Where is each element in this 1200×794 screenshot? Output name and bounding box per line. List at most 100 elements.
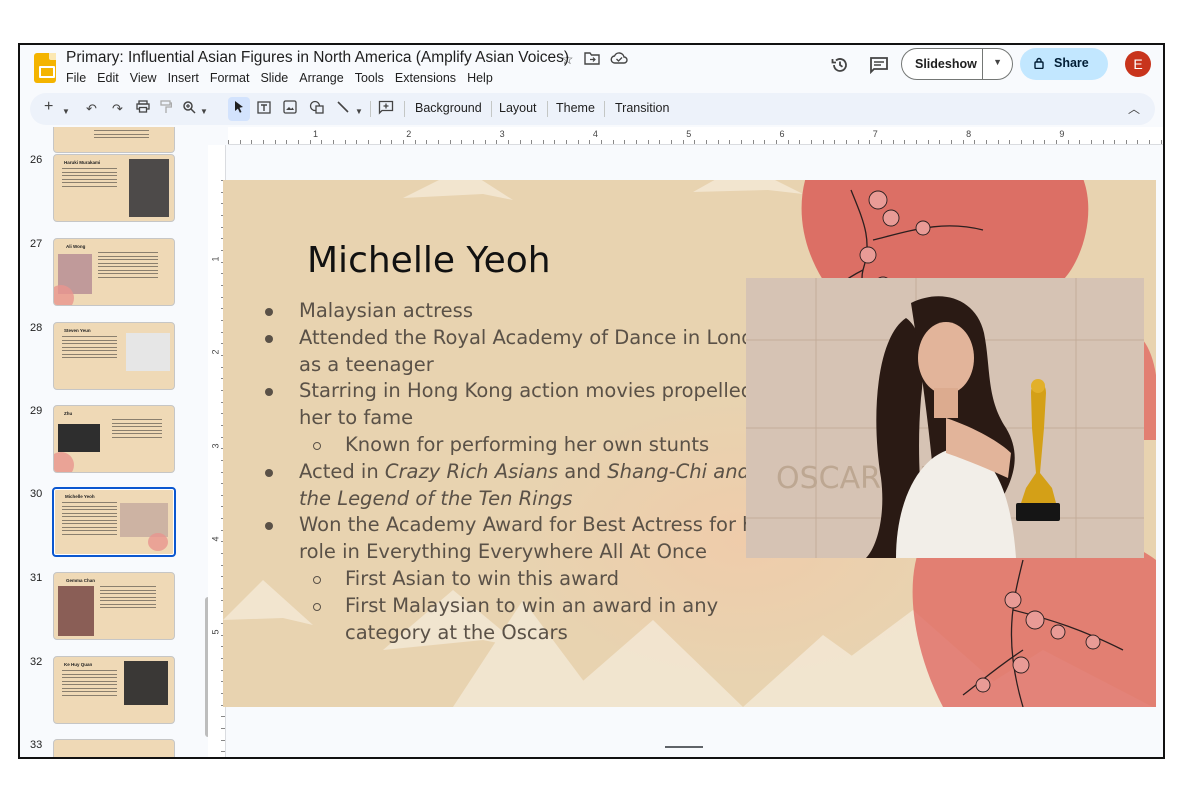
move-folder-icon[interactable] <box>583 51 600 68</box>
menu-extensions[interactable]: Extensions <box>395 71 456 85</box>
slide-thumbnail-30[interactable]: Michelle Yeoh <box>52 487 176 557</box>
menu-format[interactable]: Format <box>210 71 250 85</box>
layout-button[interactable]: Layout <box>499 101 537 115</box>
ruler-tick <box>764 140 766 144</box>
share-label: Share <box>1054 56 1089 70</box>
text-box-icon[interactable] <box>256 100 272 120</box>
new-slide-dropdown-icon[interactable]: ▼ <box>62 103 70 121</box>
line-icon[interactable] <box>336 100 350 119</box>
slide-thumbnail-27[interactable]: Ali Wong <box>53 238 175 306</box>
slide-title[interactable]: Michelle Yeoh <box>307 240 551 281</box>
menu-help[interactable]: Help <box>467 71 493 85</box>
slide-thumbnail-28[interactable]: Steven Yeun <box>53 322 175 390</box>
ruler-tick <box>379 140 381 144</box>
toolbar: + ▼ ↶ ↷ ▼ ▼ Background Layout Theme Tran… <box>30 93 1155 125</box>
ruler-tick <box>1137 140 1139 144</box>
menu-slide[interactable]: Slide <box>260 71 288 85</box>
ruler-tick <box>1067 140 1069 144</box>
cloud-status-icon[interactable] <box>610 51 628 68</box>
toolbar-divider <box>491 101 492 117</box>
print-icon[interactable] <box>136 100 150 118</box>
michelle-yeoh-photo[interactable]: OSCARS95 <box>746 278 1144 558</box>
ruler-tick <box>519 140 521 144</box>
ruler-label: 4 <box>210 536 221 542</box>
slide-thumbnail-31[interactable]: Gemma Chan <box>53 572 175 640</box>
menu-file[interactable]: File <box>66 71 86 85</box>
line-dropdown-icon[interactable]: ▼ <box>355 103 363 121</box>
ruler-tick <box>1055 140 1057 144</box>
redo-icon[interactable]: ↷ <box>112 100 123 118</box>
ruler-tick <box>729 140 731 144</box>
background-button[interactable]: Background <box>415 101 482 115</box>
zoom-dropdown-icon[interactable]: ▼ <box>200 103 208 121</box>
slide-thumbnail-26[interactable]: Haruki Murakami <box>53 154 175 222</box>
insert-image-icon[interactable] <box>283 100 297 119</box>
paint-format-icon[interactable] <box>160 100 173 119</box>
slide-thumbnail-25[interactable] <box>53 127 175 153</box>
ruler-tick <box>845 140 847 144</box>
theme-button[interactable]: Theme <box>556 101 595 115</box>
bullet-text: Acted in <box>299 459 385 483</box>
thumbnail-title: Steven Yeun <box>64 328 91 333</box>
ruler-tick <box>367 140 369 144</box>
ruler-label: 7 <box>872 129 878 139</box>
ruler-tick <box>274 140 276 144</box>
slide-number: 31 <box>30 572 43 584</box>
slide-number: 28 <box>30 322 43 334</box>
ruler-tick <box>566 140 568 144</box>
ruler-label: 5 <box>210 629 221 635</box>
undo-icon[interactable]: ↶ <box>86 100 97 118</box>
star-icon[interactable]: ☆ <box>561 51 574 68</box>
new-slide-icon[interactable]: + <box>44 98 53 116</box>
ruler-tick <box>221 751 225 753</box>
slideshow-button[interactable]: Slideshow ▼ <box>901 48 1013 80</box>
slide-number: 33 <box>30 739 43 751</box>
slideshow-dropdown-icon[interactable]: ▼ <box>993 57 1002 67</box>
current-slide[interactable]: Michelle Yeoh Malaysian actress Attended… <box>223 180 1156 707</box>
ruler-tick <box>822 140 824 144</box>
menu-tools[interactable]: Tools <box>355 71 384 85</box>
collapse-toolbar-icon[interactable]: ︿ <box>1128 100 1140 118</box>
zoom-icon[interactable] <box>182 100 196 119</box>
ruler-tick <box>589 140 591 144</box>
slide-thumbnail-32[interactable]: Ke Huy Quan <box>53 656 175 724</box>
transition-button[interactable]: Transition <box>615 101 669 115</box>
ruler-tick <box>414 140 416 144</box>
select-cursor-icon[interactable] <box>233 100 245 119</box>
account-avatar[interactable]: E <box>1125 51 1151 77</box>
slide-thumbnail-29[interactable]: Zhu <box>53 405 175 473</box>
share-button[interactable]: Share <box>1020 48 1108 80</box>
slide-number: 27 <box>30 238 43 250</box>
toolbar-divider <box>604 101 605 117</box>
ruler-tick <box>228 140 229 144</box>
bullet-text: Attended the Royal Academy of Dance in L… <box>299 325 778 376</box>
bullet-text: Won the Academy Award for Best Actress f… <box>299 513 775 564</box>
menu-arrange[interactable]: Arrange <box>299 71 343 85</box>
slides-logo-icon[interactable] <box>34 53 56 83</box>
ruler-tick <box>706 140 708 144</box>
sub-bullet-item: Known for performing her own stunts <box>265 432 785 459</box>
ruler-tick <box>892 140 894 144</box>
bullet-item: Acted in Crazy Rich Asians and Shang-Chi… <box>265 459 785 513</box>
slide-number: 32 <box>30 656 43 668</box>
ruler-tick <box>799 140 801 144</box>
canvas-scroll-indicator[interactable] <box>665 746 703 748</box>
comments-icon[interactable] <box>869 56 889 74</box>
ruler-tick <box>1044 140 1046 144</box>
menu-edit[interactable]: Edit <box>97 71 119 85</box>
menu-insert[interactable]: Insert <box>168 71 199 85</box>
ruler-tick <box>927 140 929 144</box>
ruler-tick <box>1009 140 1011 144</box>
add-comment-icon[interactable] <box>378 100 394 120</box>
menu-view[interactable]: View <box>130 71 157 85</box>
shape-icon[interactable] <box>309 100 325 119</box>
version-history-icon[interactable] <box>830 55 850 75</box>
slide-thumbnail-33[interactable] <box>53 739 175 757</box>
horizontal-ruler[interactable]: 1 2 3 4 5 6 7 8 9 <box>228 127 1163 145</box>
slide-body-text[interactable]: Malaysian actress Attended the Royal Aca… <box>265 298 785 646</box>
ruler-tick <box>221 716 225 718</box>
ruler-tick <box>402 140 404 144</box>
document-title[interactable]: Primary: Influential Asian Figures in No… <box>66 49 569 67</box>
ruler-tick <box>251 140 253 144</box>
ruler-label: 3 <box>210 443 221 449</box>
